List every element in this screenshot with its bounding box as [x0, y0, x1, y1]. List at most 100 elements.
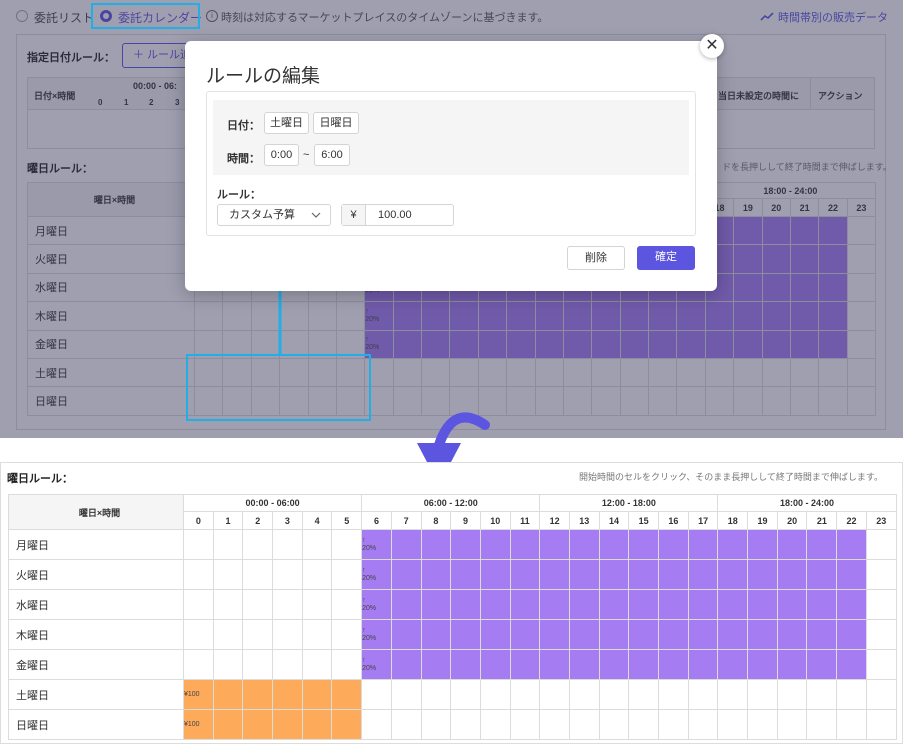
hour-cell[interactable] [568, 619, 600, 650]
hour-cell[interactable] [598, 559, 630, 590]
hour-cell[interactable] [776, 619, 808, 650]
hour-cell[interactable] [390, 679, 422, 710]
hour-cell[interactable] [598, 589, 630, 620]
hour-cell[interactable] [509, 649, 541, 680]
hour-cell[interactable] [212, 589, 244, 620]
hour-cell[interactable] [242, 529, 274, 560]
hour-cell[interactable] [747, 679, 778, 710]
hour-cell[interactable] [836, 649, 867, 680]
hour-cell[interactable] [747, 589, 778, 620]
hour-cell[interactable] [390, 709, 422, 740]
hour-cell[interactable] [658, 619, 689, 650]
hour-cell[interactable] [539, 649, 570, 680]
hour-cell[interactable] [628, 529, 660, 560]
hour-cell[interactable]: ↑20% [361, 649, 392, 680]
hour-cell[interactable] [865, 559, 897, 590]
hour-cell[interactable] [687, 679, 719, 710]
hour-cell[interactable] [687, 529, 719, 560]
hour-cell[interactable] [598, 619, 630, 650]
hour-cell[interactable] [420, 619, 452, 650]
hour-cell[interactable] [717, 709, 749, 740]
hour-cell[interactable] [420, 679, 452, 710]
hour-cell[interactable] [479, 619, 511, 650]
hour-cell[interactable] [301, 589, 333, 620]
hour-cell[interactable]: ¥100 [183, 709, 214, 740]
hour-cell[interactable] [776, 649, 808, 680]
hour-cell[interactable] [628, 619, 660, 650]
hour-cell[interactable] [568, 709, 600, 740]
hour-cell[interactable] [331, 649, 363, 680]
hour-cell[interactable] [687, 649, 719, 680]
hour-cell[interactable] [301, 559, 333, 590]
hour-cell[interactable] [806, 709, 838, 740]
hour-cell[interactable] [242, 649, 274, 680]
hour-cell[interactable] [212, 619, 244, 650]
hour-cell[interactable] [450, 679, 481, 710]
hour-cell[interactable] [836, 709, 867, 740]
hour-cell[interactable] [658, 529, 689, 560]
hour-cell[interactable] [212, 709, 244, 740]
hour-cell[interactable] [272, 559, 303, 590]
hour-cell[interactable] [717, 679, 749, 710]
hour-cell[interactable] [865, 589, 897, 620]
hour-cell[interactable] [450, 529, 481, 560]
hour-cell[interactable] [331, 529, 363, 560]
hour-cell[interactable] [331, 589, 363, 620]
hour-cell[interactable] [658, 679, 689, 710]
hour-cell[interactable] [212, 679, 244, 710]
hour-cell[interactable] [242, 559, 274, 590]
hour-cell[interactable] [598, 529, 630, 560]
hour-cell[interactable] [776, 589, 808, 620]
hour-cell[interactable] [331, 619, 363, 650]
hour-cell[interactable] [420, 649, 452, 680]
hour-cell[interactable] [628, 679, 660, 710]
hour-cell[interactable] [776, 559, 808, 590]
hour-cell[interactable] [479, 559, 511, 590]
hour-cell[interactable] [865, 529, 897, 560]
hour-cell[interactable] [628, 559, 660, 590]
hour-cell[interactable]: ↑20% [361, 529, 392, 560]
hour-cell[interactable] [836, 529, 867, 560]
hour-cell[interactable] [836, 589, 867, 620]
hour-cell[interactable] [242, 589, 274, 620]
hour-cell[interactable] [479, 679, 511, 710]
hour-cell[interactable] [539, 589, 570, 620]
hour-cell[interactable] [361, 679, 392, 710]
hour-cell[interactable] [776, 529, 808, 560]
hour-cell[interactable] [212, 649, 244, 680]
date-chip-sunday[interactable]: 日曜日 [313, 112, 359, 134]
hour-cell[interactable] [539, 619, 570, 650]
close-icon[interactable]: ✕ [700, 34, 724, 58]
hour-cell[interactable] [390, 589, 422, 620]
confirm-button[interactable]: 確定 [637, 246, 695, 270]
hour-cell[interactable] [598, 649, 630, 680]
hour-cell[interactable] [242, 679, 274, 710]
hour-cell[interactable] [390, 529, 422, 560]
hour-cell[interactable] [183, 649, 214, 680]
hour-cell[interactable] [450, 619, 481, 650]
hour-cell[interactable] [183, 619, 214, 650]
hour-cell[interactable] [747, 649, 778, 680]
hour-cell[interactable] [598, 679, 630, 710]
hour-cell[interactable] [806, 589, 838, 620]
time-start-input[interactable]: 0:00 [264, 144, 299, 166]
hour-cell[interactable] [301, 649, 333, 680]
hour-cell[interactable] [658, 559, 689, 590]
hour-cell[interactable] [628, 649, 660, 680]
hour-cell[interactable] [539, 709, 570, 740]
hour-cell[interactable] [687, 589, 719, 620]
hour-cell[interactable] [242, 709, 274, 740]
hour-cell[interactable] [450, 709, 481, 740]
hour-cell[interactable] [509, 709, 541, 740]
hour-cell[interactable] [272, 529, 303, 560]
hour-cell[interactable]: ↑20% [361, 589, 392, 620]
hour-cell[interactable] [568, 559, 600, 590]
hour-cell[interactable] [836, 679, 867, 710]
hour-cell[interactable] [717, 649, 749, 680]
hour-cell[interactable] [331, 559, 363, 590]
amount-input[interactable]: ¥ 100.00 [341, 204, 454, 226]
hour-cell[interactable] [539, 679, 570, 710]
hour-cell[interactable] [301, 709, 333, 740]
hour-cell[interactable] [747, 709, 778, 740]
hour-cell[interactable] [658, 589, 689, 620]
